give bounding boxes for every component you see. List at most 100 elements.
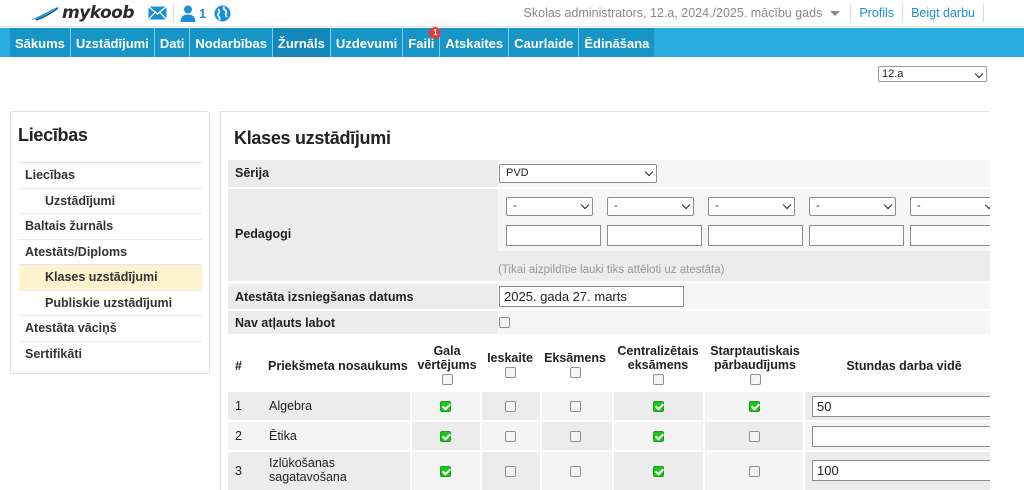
teacher-select-4[interactable]: - xyxy=(809,197,896,216)
teacher-select-2[interactable]: - xyxy=(607,197,694,216)
nav-item-nodarbibas[interactable]: Nodarbības xyxy=(190,28,273,57)
final-grade-checkbox[interactable] xyxy=(440,431,451,442)
col-header-intl-test-label: Starptautiskais pārbaudījums xyxy=(710,344,800,372)
teachers-cell: - - - - - (Tikai aizpildītie lauki tiks … xyxy=(498,189,990,281)
main-panel: Klases uzstādījumi Sērija PVD Pedagogi -… xyxy=(220,111,990,490)
teacher-name-3[interactable] xyxy=(708,225,803,246)
row-number: 1 xyxy=(235,399,242,413)
sidebar-title: Liecības xyxy=(18,125,88,145)
hint-strip: (Tikai aizpildītie lauki tiks attēloti u… xyxy=(498,251,990,281)
divider xyxy=(983,4,984,22)
teacher-name-5[interactable] xyxy=(910,225,990,246)
nav-item-zurnals[interactable]: Žurnāls xyxy=(272,28,331,57)
teacher-select-5[interactable]: - xyxy=(910,197,990,216)
hours-input[interactable]: 50 xyxy=(812,396,990,417)
select-all-central-exam-checkbox[interactable] xyxy=(652,374,664,385)
globe-icon[interactable] xyxy=(214,5,231,22)
teachers-row: Pedagogi - - - - - (Tikai aizpildītie la… xyxy=(228,189,990,281)
select-all-final-grade-checkbox[interactable] xyxy=(441,374,453,385)
logout-link[interactable]: Beigt darbu xyxy=(911,6,975,20)
nav-item-uzdevumi[interactable]: Uzdevumi xyxy=(330,28,404,57)
nav-item-sakums[interactable]: Sākums xyxy=(10,28,71,57)
divider xyxy=(902,4,904,22)
table-cell xyxy=(705,452,803,490)
credit-checkbox[interactable] xyxy=(505,431,516,442)
final-grade-checkbox[interactable] xyxy=(440,401,451,412)
sidebar-item-atestats-diploms[interactable]: Atestāts/Diploms xyxy=(19,240,202,265)
nav-item-caurlaide[interactable]: Caurlaide xyxy=(509,28,580,57)
exam-checkbox[interactable] xyxy=(570,401,581,412)
context-selector[interactable]: Skolas administrators, 12.a, 2024./2025.… xyxy=(524,6,823,20)
sidebar-item-sertifikati[interactable]: Sertifikāti xyxy=(19,342,202,368)
credit-checkbox[interactable] xyxy=(505,401,516,412)
divider xyxy=(173,4,174,22)
nav-item-dati[interactable]: Dati xyxy=(154,28,191,57)
nav-item-atskaites[interactable]: Atskaites xyxy=(440,28,510,57)
table-cell xyxy=(412,452,480,490)
sidebar-item-publiskie-uzstadijumi[interactable]: Publiskie uzstādījumi xyxy=(19,291,202,316)
sidebar-item-liecibas[interactable]: Liecības xyxy=(19,163,202,189)
intl-test-checkbox[interactable] xyxy=(749,431,760,442)
table-cell: 50 xyxy=(805,392,990,420)
select-all-credit-checkbox[interactable] xyxy=(504,367,516,378)
sidebar-item-baltais-zurnals[interactable]: Baltais žurnāls xyxy=(19,214,202,240)
nav-item-faili[interactable]: Faili 1 xyxy=(403,27,442,57)
teacher-name-1[interactable] xyxy=(506,225,601,246)
subject-name: Algebra xyxy=(269,399,313,413)
table-cell: Ētika xyxy=(262,422,410,450)
col-header-credit: Ieskaite xyxy=(480,351,540,378)
chevron-down-icon xyxy=(580,200,590,210)
teacher-name-4[interactable] xyxy=(809,225,904,246)
teacher-select-3[interactable]: - xyxy=(708,197,795,216)
top-bar: mykoob 1 Skolas administrators, 12.a, 20… xyxy=(0,0,1024,27)
issue-date-input[interactable]: 2025. gada 27. marts xyxy=(499,286,684,307)
subject-name: Izlūkošanas sagatavošana xyxy=(269,456,347,484)
central-exam-checkbox[interactable] xyxy=(653,431,664,442)
table-cell: 1 xyxy=(228,392,262,420)
online-user-count[interactable]: 1 xyxy=(199,6,206,21)
central-exam-checkbox[interactable] xyxy=(653,401,664,412)
intl-test-checkbox[interactable] xyxy=(749,401,760,412)
hours-input[interactable]: 100 xyxy=(812,460,990,481)
col-header-final-grade-label: Gala vērtējums xyxy=(417,344,477,372)
teacher-select-1[interactable]: - xyxy=(506,197,593,216)
table-cell xyxy=(614,422,703,450)
table-cell xyxy=(614,392,703,420)
hours-input[interactable] xyxy=(812,426,990,447)
subject-name: Ētika xyxy=(269,429,297,443)
mykoob-logo[interactable]: mykoob xyxy=(30,1,135,25)
envelope-icon[interactable] xyxy=(148,6,167,20)
exam-checkbox[interactable] xyxy=(570,466,581,477)
col-header-hours: Stundas darba vidē xyxy=(846,359,962,373)
teacher-name-2[interactable] xyxy=(607,225,702,246)
nav-item-edinasana[interactable]: Ēdināšana xyxy=(579,28,655,57)
table-row: 3 Izlūkošanas sagatavošana 100 xyxy=(228,452,990,490)
central-exam-checkbox[interactable] xyxy=(653,466,664,477)
select-all-intl-test-checkbox[interactable] xyxy=(749,374,761,385)
table-cell xyxy=(614,452,703,490)
chevron-down-icon[interactable] xyxy=(830,10,841,16)
user-icon[interactable] xyxy=(180,5,196,22)
no-edit-checkbox[interactable] xyxy=(499,317,510,328)
teacher-select-value: - xyxy=(614,200,618,212)
nav-item-uzstadijumi[interactable]: Uzstādījumi xyxy=(70,28,155,57)
credit-checkbox[interactable] xyxy=(505,466,516,477)
teacher-select-value: - xyxy=(816,200,820,212)
sidebar-item-klases-uzstadijumi[interactable]: Klases uzstādījumi xyxy=(19,265,202,291)
sidebar-item-atestata-vacins[interactable]: Atestāta vāciņš xyxy=(19,316,202,342)
intl-test-checkbox[interactable] xyxy=(749,466,760,477)
series-select[interactable]: PVD xyxy=(499,164,657,183)
table-cell xyxy=(805,422,990,450)
col-header-subject: Priekšmeta nosaukums xyxy=(268,359,408,373)
row-number: 2 xyxy=(235,429,242,443)
select-all-exam-checkbox[interactable] xyxy=(569,367,581,378)
col-header-intl-test: Starptautiskais pārbaudījums xyxy=(706,344,804,385)
profile-link[interactable]: Profils xyxy=(859,6,894,20)
exam-checkbox[interactable] xyxy=(570,431,581,442)
series-label: Sērija xyxy=(235,166,270,180)
sidebar-item-uzstadijumi[interactable]: Uzstādījumi xyxy=(19,189,202,214)
class-select[interactable]: 12.a xyxy=(878,66,987,82)
teacher-select-value: - xyxy=(917,200,921,212)
chevron-down-icon xyxy=(974,69,984,79)
final-grade-checkbox[interactable] xyxy=(440,466,451,477)
